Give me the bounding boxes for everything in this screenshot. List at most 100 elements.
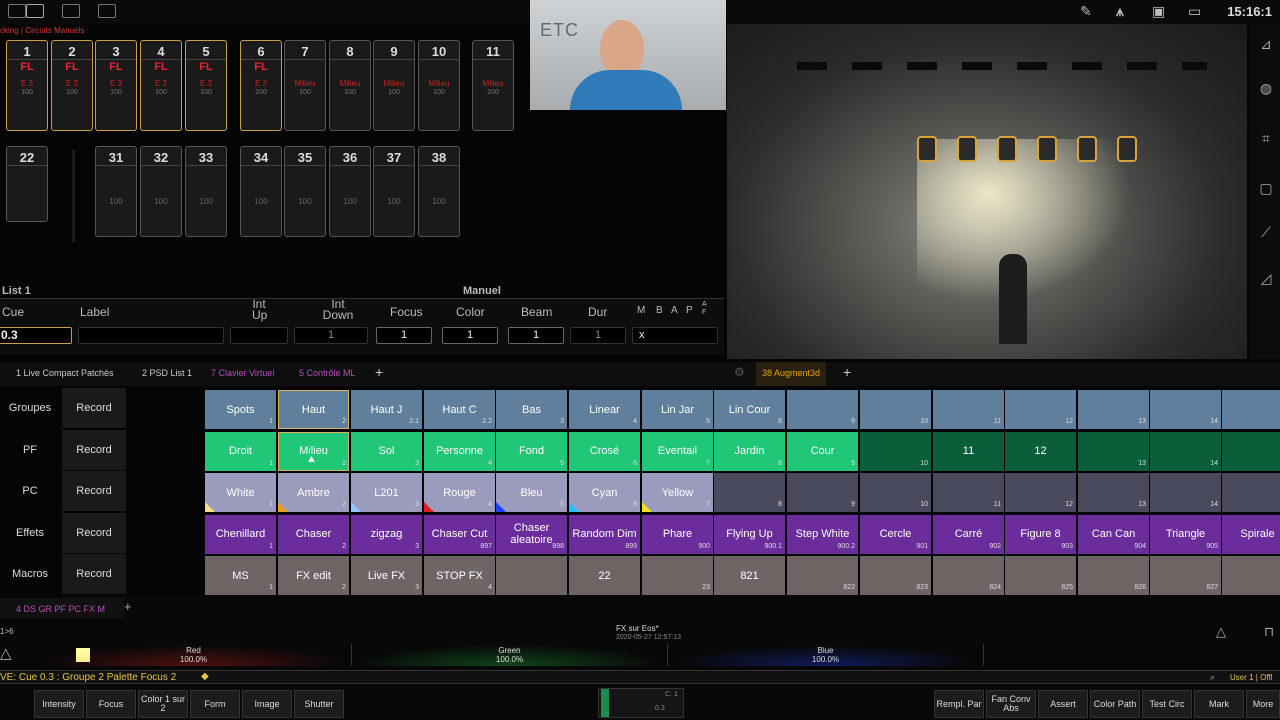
channel-tile[interactable]: 32 100: [140, 146, 182, 237]
softkey-button[interactable]: Form: [190, 690, 240, 718]
channel-tile[interactable]: 8 Milieu 100: [329, 40, 371, 131]
direct-select-cell[interactable]: 822: [787, 556, 858, 595]
channel-tile[interactable]: 2 FL E 3 100: [51, 40, 93, 131]
direct-select-cell[interactable]: Haut 2: [278, 390, 349, 429]
direct-select-cell[interactable]: Crosé 6: [569, 431, 640, 471]
direct-select-cell[interactable]: Haut C 2.2: [424, 390, 495, 429]
network-icon[interactable]: ⩚: [1116, 3, 1124, 20]
direct-select-cell[interactable]: MS 1: [205, 556, 276, 595]
direct-select-cell[interactable]: Cercle 901: [860, 514, 931, 554]
direct-select-cell[interactable]: 11: [933, 390, 1004, 429]
direct-select-cell[interactable]: [496, 556, 567, 595]
channel-tile[interactable]: 1 FL E 3 100: [6, 40, 48, 131]
color-encoder[interactable]: Green 100.0%: [352, 644, 668, 666]
gear-icon[interactable]: ⚙: [734, 365, 745, 379]
direct-select-cell[interactable]: Step White 900.2: [787, 514, 858, 554]
direct-select-cell[interactable]: Bleu 5: [496, 473, 567, 512]
color-encoder[interactable]: Blue 100.0%: [668, 644, 984, 666]
channel-tile[interactable]: 35 100: [284, 146, 326, 237]
command-line[interactable]: VE: Cue 0.3 : Groupe 2 Palette Focus 2 ◆…: [0, 670, 1280, 684]
lock-icon[interactable]: ⊓: [1264, 624, 1274, 640]
direct-select-cell[interactable]: 826: [1078, 556, 1149, 595]
direct-select-cell[interactable]: Random Dim 899: [569, 514, 640, 554]
direct-select-cell[interactable]: 8: [714, 473, 785, 512]
direct-select-cell[interactable]: 821: [714, 556, 785, 595]
direct-select-cell[interactable]: Fond 5: [496, 431, 567, 471]
softkey-button[interactable]: Intensity: [34, 690, 84, 718]
layout-3-icon[interactable]: [98, 4, 116, 18]
softkey-button[interactable]: Color Path: [1090, 690, 1140, 718]
channel-tile[interactable]: 38 100: [418, 146, 460, 237]
int-up-field[interactable]: [230, 327, 288, 344]
warning-icon[interactable]: △: [1216, 624, 1226, 640]
triangle-icon[interactable]: △: [0, 644, 12, 662]
beam-field[interactable]: 1: [508, 327, 564, 344]
direct-select-cell[interactable]: Can Can 904: [1078, 514, 1149, 554]
direct-select-cell[interactable]: Spots 1: [205, 390, 276, 429]
focus-tool-icon[interactable]: ⌗: [1252, 130, 1280, 147]
direct-select-cell[interactable]: Eventail 7: [642, 431, 713, 471]
pen-icon[interactable]: ✎: [1080, 3, 1092, 20]
flags-field[interactable]: x: [632, 327, 718, 344]
softkey-button[interactable]: Shutter: [294, 690, 344, 718]
softkey-button[interactable]: Assert: [1038, 690, 1088, 718]
direct-select-cell[interactable]: 10: [860, 431, 931, 471]
channel-tile[interactable]: 22: [6, 146, 48, 222]
fader-widget[interactable]: C: 1 0.3: [598, 688, 684, 718]
channel-tile[interactable]: 6 FL E 3 100: [240, 40, 282, 131]
direct-select-cell[interactable]: Carré 902: [933, 514, 1004, 554]
dur-field[interactable]: 1: [570, 327, 626, 344]
add-tab-button-3[interactable]: +: [124, 599, 132, 614]
cue-number-field[interactable]: 0.3: [0, 327, 72, 344]
add-tab-button-2[interactable]: +: [843, 364, 851, 380]
direct-select-cell[interactable]: 12: [1005, 390, 1076, 429]
direct-select-cell[interactable]: 22: [569, 556, 640, 595]
direct-select-cell[interactable]: 23: [642, 556, 713, 595]
direct-select-cell[interactable]: Chaser aleatoire 898: [496, 514, 567, 554]
layout-icon[interactable]: [8, 4, 26, 18]
direct-select-cell[interactable]: Lin Cour 6: [714, 390, 785, 429]
direct-select-cell[interactable]: Flying Up 900.1: [714, 514, 785, 554]
softkey-button[interactable]: Image: [242, 690, 292, 718]
direct-select-cell[interactable]: Haut J 2.1: [351, 390, 422, 429]
direct-select-cell[interactable]: 13: [1078, 390, 1149, 429]
direct-select-cell[interactable]: White 1: [205, 473, 276, 512]
direct-select-cell[interactable]: [1222, 390, 1280, 429]
direct-select-cell[interactable]: Linear 4: [569, 390, 640, 429]
direct-select-cell[interactable]: Personne 4: [424, 431, 495, 471]
add-tab-button[interactable]: +: [375, 364, 383, 380]
direct-select-cell[interactable]: L201 3: [351, 473, 422, 512]
direct-select-cell[interactable]: Cour 9: [787, 431, 858, 471]
record-button[interactable]: Record: [62, 429, 126, 470]
direct-select-cell[interactable]: Sol 3: [351, 431, 422, 471]
color-encoder[interactable]: Red 100.0%: [36, 644, 352, 666]
direct-select-cell[interactable]: 12: [1005, 473, 1076, 512]
channel-tile[interactable]: 9 Milieu 100: [373, 40, 415, 131]
channel-tile[interactable]: 36 100: [329, 146, 371, 237]
softkey-button[interactable]: Mark: [1194, 690, 1244, 718]
softkey-button[interactable]: Color 1 sur 2: [138, 690, 188, 718]
direct-select-cell[interactable]: 827: [1150, 556, 1221, 595]
direct-select-cell[interactable]: 9: [787, 390, 858, 429]
direct-select-cell[interactable]: 824: [933, 556, 1004, 595]
direct-select-cell[interactable]: [1222, 431, 1280, 471]
focus-field[interactable]: 1: [376, 327, 432, 344]
direct-select-cell[interactable]: Lin Jar 5: [642, 390, 713, 429]
direct-select-cell[interactable]: Triangle 905: [1150, 514, 1221, 554]
channel-tile[interactable]: 33 100: [185, 146, 227, 237]
tab-live-compact[interactable]: 1 Live Compact Patchés: [16, 368, 114, 378]
tab-controle-ml[interactable]: 5 Contrôle ML: [299, 368, 356, 378]
record-button[interactable]: Record: [62, 512, 126, 553]
direct-select-cell[interactable]: Cyan 6: [569, 473, 640, 512]
channel-tile[interactable]: 3 FL E 3 100: [95, 40, 137, 131]
direct-select-cell[interactable]: 11: [933, 473, 1004, 512]
direct-select-cell[interactable]: Jardin 8: [714, 431, 785, 471]
channel-tile[interactable]: 37 100: [373, 146, 415, 237]
direct-select-cell[interactable]: Rouge 4: [424, 473, 495, 512]
direct-select-cell[interactable]: 14: [1150, 473, 1221, 512]
direct-select-cell[interactable]: Yellow 7: [642, 473, 713, 512]
tab-clavier-virtuel[interactable]: 7 Clavier Virtuel: [211, 368, 274, 378]
direct-select-cell[interactable]: 13: [1078, 473, 1149, 512]
direct-select-cell[interactable]: Figure 8 903: [1005, 514, 1076, 554]
channel-tile[interactable]: 31 100: [95, 146, 137, 237]
